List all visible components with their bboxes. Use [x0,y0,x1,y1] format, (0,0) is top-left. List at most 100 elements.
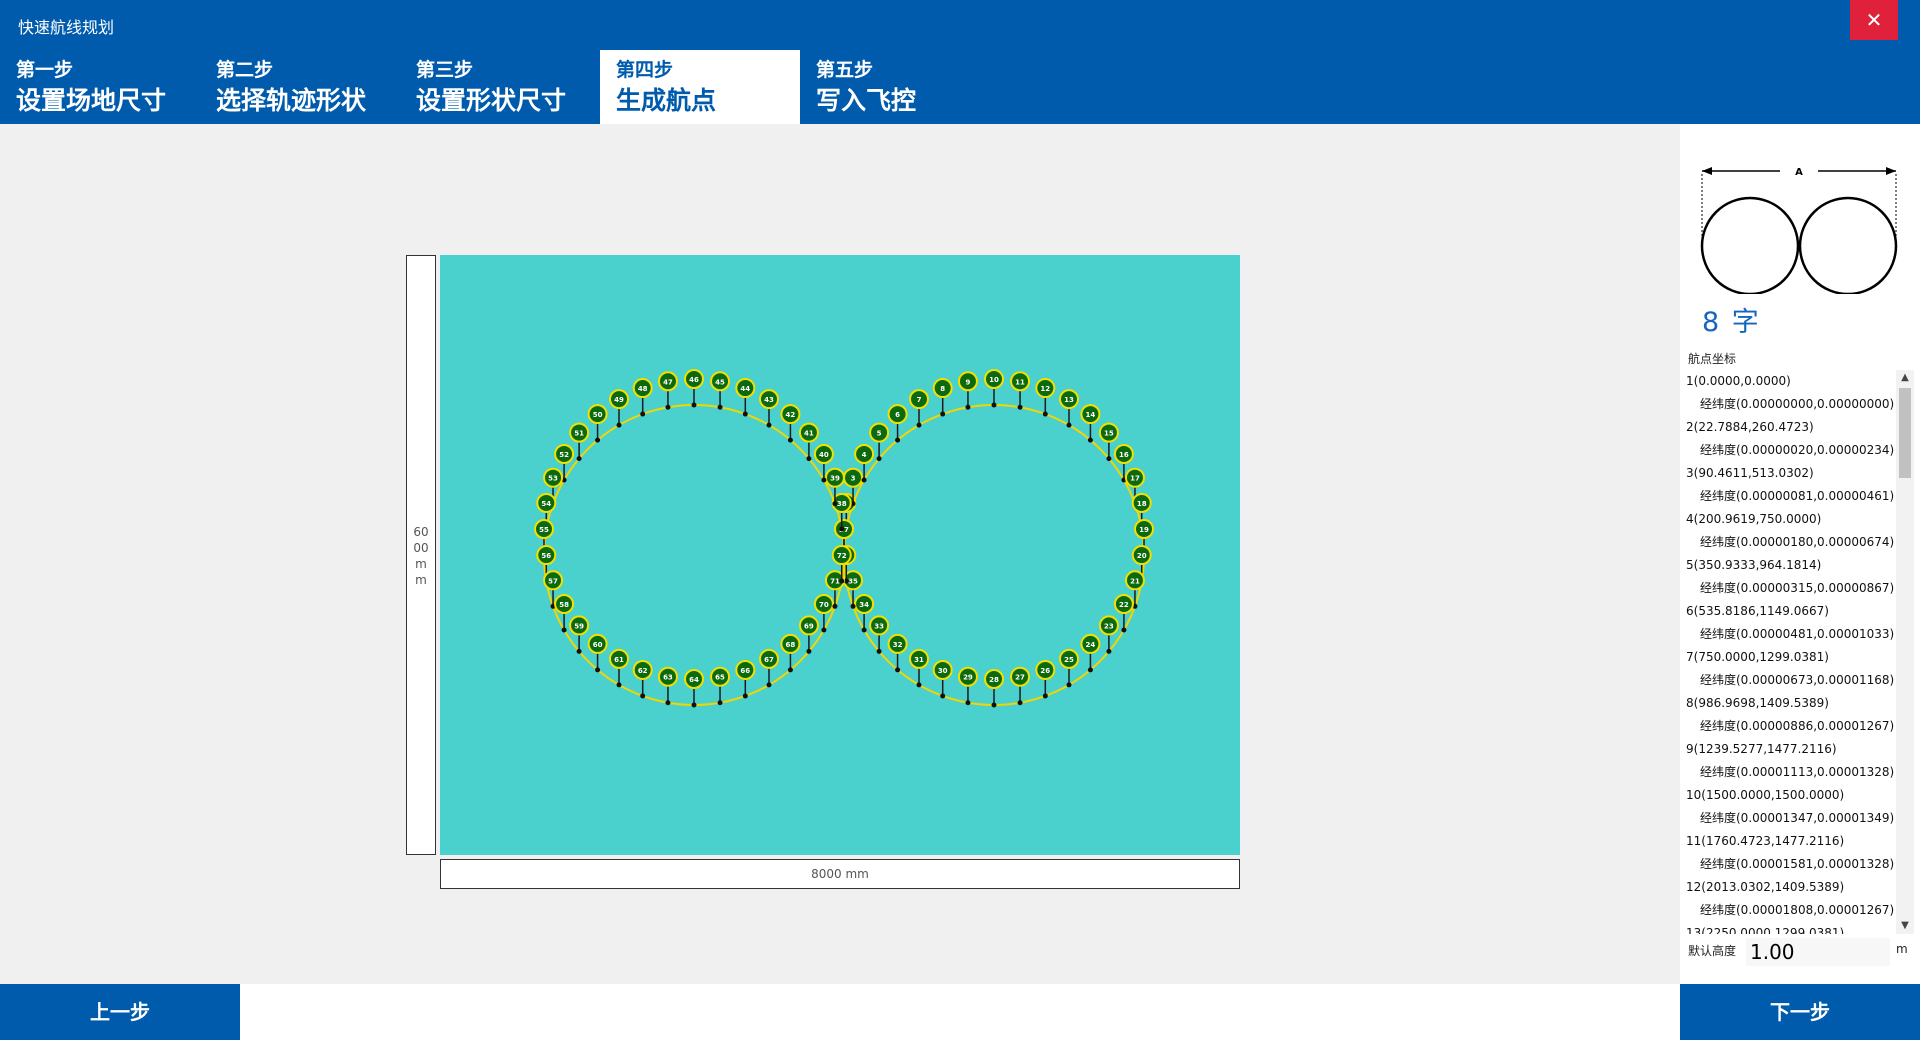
waypoint-marker[interactable]: 32 [887,633,908,673]
waypoint-marker[interactable]: 42 [780,404,801,443]
waypoint-marker[interactable]: 68 [780,633,801,673]
waypoint-coordinate[interactable]: 3(90.4611,513.0302) [1686,462,1898,485]
svg-text:27: 27 [1015,674,1025,682]
waypoint-marker[interactable]: 59 [569,615,590,654]
waypoint-coords-title: 航点坐标 [1688,352,1737,366]
svg-text:72: 72 [837,552,847,560]
svg-text:64: 64 [689,676,699,684]
waypoint-coordinate[interactable]: 11(1760.4723,1477.2116) [1686,830,1898,853]
default-height-label: 默认高度 [1688,944,1737,958]
side-panel: A 8 字 航点坐标 1(0.0000,0.0000) 经纬度(0.0000000… [1680,124,1920,984]
waypoint-latlng[interactable]: 经纬度(0.00001808,0.00001267) [1686,899,1898,922]
field-height-ruler: 6000mm [406,255,436,855]
tab-step-3[interactable]: 第三步 设置形状尺寸 [400,50,600,124]
next-step-button[interactable]: 下一步 [1680,984,1920,1040]
waypoint-coordinate[interactable]: 5(350.9333,964.1814) [1686,554,1898,577]
svg-text:60: 60 [593,641,603,649]
waypoint-latlng[interactable]: 经纬度(0.00000020,0.00000234) [1686,439,1898,462]
svg-text:21: 21 [1130,577,1140,585]
waypoint-latlng[interactable]: 经纬度(0.00000315,0.00000867) [1686,577,1898,600]
waypoint-marker[interactable]: 47 [657,371,678,410]
svg-text:69: 69 [804,622,814,630]
waypoint-marker[interactable]: 65 [710,666,731,706]
waypoint-marker[interactable]: 14 [1080,404,1101,443]
waypoint-coordinate[interactable]: 9(1239.5277,1477.2116) [1686,738,1898,761]
waypoint-latlng[interactable]: 经纬度(0.00001581,0.00001328) [1686,853,1898,876]
svg-text:28: 28 [989,676,999,684]
waypoint-coordinate[interactable]: 13(2250.0000,1299.0381) [1686,922,1898,934]
waypoint-latlng[interactable]: 经纬度(0.00000481,0.00001033) [1686,623,1898,646]
waypoint-marker[interactable]: 60 [587,633,608,673]
waypoint-marker[interactable]: 45 [710,371,731,410]
tab-step-number: 第三步 [416,59,474,81]
waypoint-marker[interactable]: 23 [1098,615,1119,654]
waypoint-coordinate[interactable]: 2(22.7884,260.4723) [1686,416,1898,439]
scroll-thumb[interactable] [1899,388,1911,478]
waypoint-marker[interactable]: 33 [869,615,890,654]
svg-text:22: 22 [1119,601,1129,609]
svg-text:39: 39 [830,475,840,483]
default-height-input[interactable] [1746,938,1890,966]
waypoint-coordinate[interactable]: 12(2013.0302,1409.5389) [1686,876,1898,899]
scroll-up-arrow-icon[interactable]: ▲ [1896,370,1914,386]
waypoint-marker[interactable]: 6 [887,404,908,443]
svg-text:56: 56 [541,552,551,560]
waypoint-marker[interactable]: 29 [957,666,978,706]
waypoint-marker[interactable]: 10 [984,369,1004,408]
svg-text:52: 52 [559,451,569,459]
svg-text:12: 12 [1040,385,1050,393]
svg-text:7: 7 [917,396,922,404]
svg-text:55: 55 [539,526,549,534]
waypoint-marker[interactable]: 46 [684,369,704,408]
tab-step-label: 设置形状尺寸 [416,86,567,115]
waypoint-marker[interactable]: 69 [798,615,819,654]
waypoint-latlng[interactable]: 经纬度(0.00001347,0.00001349) [1686,807,1898,830]
field-panel: 6000mm 123456789101112131415161718192021… [0,124,1680,984]
svg-text:10: 10 [989,376,999,384]
scroll-down-arrow-icon[interactable]: ▼ [1896,918,1914,934]
tab-step-2[interactable]: 第二步 选择轨迹形状 [200,50,400,124]
svg-text:54: 54 [541,500,551,508]
figure-eight-shape-icon: A [1700,167,1898,294]
waypoint-latlng[interactable]: 经纬度(0.00000673,0.00001168) [1686,669,1898,692]
waypoint-coordinate[interactable]: 1(0.0000,0.0000) [1686,370,1898,393]
bottom-bar: 上一步 下一步 [0,984,1920,1040]
waypoint-marker[interactable]: 27 [1010,666,1031,706]
waypoint-marker[interactable]: 28 [984,669,1004,708]
waypoint-marker[interactable]: 64 [684,669,704,708]
waypoint-marker[interactable]: 50 [587,404,608,443]
svg-text:43: 43 [764,396,774,404]
tab-step-1[interactable]: 第一步 设置场地尺寸 [0,50,200,124]
waypoint-coordinate[interactable]: 8(986.9698,1409.5389) [1686,692,1898,715]
svg-text:46: 46 [689,376,699,384]
waypoint-map[interactable]: 1234567891011121314151617181920212223242… [440,255,1240,855]
previous-step-button[interactable]: 上一步 [0,984,240,1040]
waypoint-marker[interactable]: 63 [657,666,678,706]
waypoint-coordinate[interactable]: 6(535.8186,1149.0667) [1686,600,1898,623]
waypoint-coordinate[interactable]: 4(200.9619,750.0000) [1686,508,1898,531]
waypoint-marker[interactable]: 24 [1080,633,1101,673]
waypoint-coords-list[interactable]: 1(0.0000,0.0000) 经纬度(0.00000000,0.0000000… [1686,370,1898,934]
waypoint-marker[interactable]: 11 [1010,371,1031,410]
waypoint-coordinate[interactable]: 10(1500.0000,1500.0000) [1686,784,1898,807]
svg-text:20: 20 [1137,552,1147,560]
waypoint-marker[interactable]: 9 [957,371,978,410]
flight-path-loop [843,404,1145,706]
waypoint-latlng[interactable]: 经纬度(0.00000000,0.00000000) [1686,393,1898,416]
coords-scrollbar[interactable]: ▲ ▼ [1896,370,1914,934]
tab-step-5[interactable]: 第五步 写入飞控 [800,50,1000,124]
waypoint-latlng[interactable]: 经纬度(0.00001113,0.00001328) [1686,761,1898,784]
svg-text:16: 16 [1119,451,1129,459]
waypoint-coordinate[interactable]: 7(750.0000,1299.0381) [1686,646,1898,669]
tab-step-4[interactable]: 第四步 生成航点 [600,50,800,124]
tab-step-label: 选择轨迹形状 [216,86,367,115]
field-canvas[interactable]: 1234567891011121314151617181920212223242… [440,255,1240,855]
svg-text:3: 3 [851,475,856,483]
svg-text:35: 35 [848,577,858,585]
waypoint-latlng[interactable]: 经纬度(0.00000886,0.00001267) [1686,715,1898,738]
svg-text:59: 59 [574,622,584,630]
waypoint-latlng[interactable]: 经纬度(0.00000180,0.00000674) [1686,531,1898,554]
waypoint-latlng[interactable]: 经纬度(0.00000081,0.00000461) [1686,485,1898,508]
svg-text:5: 5 [877,430,882,438]
close-button[interactable]: ✕ [1850,0,1898,40]
